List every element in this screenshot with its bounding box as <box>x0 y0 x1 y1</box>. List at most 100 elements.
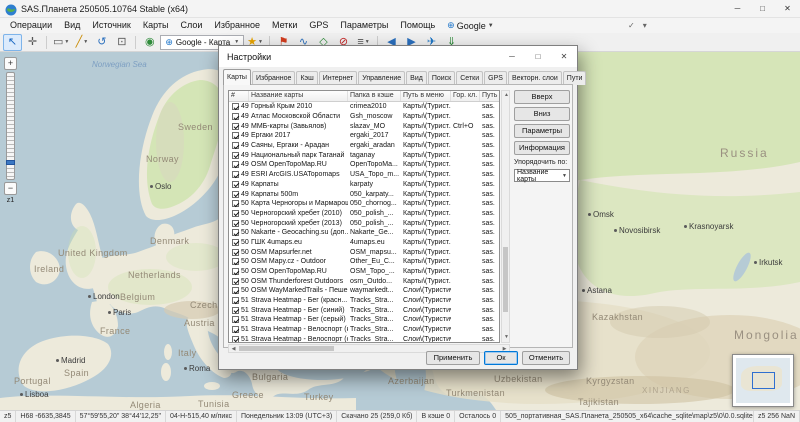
scroll-up-icon[interactable]: ▲ <box>502 91 511 100</box>
map-enabled-checkbox[interactable] <box>232 161 239 168</box>
map-row[interactable]: 505OSM Mapsurfer.netOSM_mapsu...Карты\(Т… <box>229 247 499 257</box>
measure-distance-button[interactable]: ╱▼ <box>72 34 91 51</box>
map-row[interactable]: 506OSM Mapy.cz - OutdoorOther_Eu_C...Кар… <box>229 257 499 267</box>
overflow-chevron-icon[interactable]: ▾ <box>643 21 647 30</box>
column-header-1[interactable]: Название карты <box>249 91 348 101</box>
parameters-button[interactable]: Параметры <box>514 124 570 138</box>
map-row[interactable]: 495Национальный парк ТаганайtaganayКарты… <box>229 150 499 160</box>
menu-item-4[interactable]: Слои <box>174 18 208 33</box>
column-header-4[interactable]: Гор. кл. <box>451 91 480 101</box>
tab-0[interactable]: Карты <box>223 69 251 85</box>
move-up-button[interactable]: Вверх <box>514 90 570 104</box>
pan-move-button[interactable]: ✛ <box>23 34 42 51</box>
menu-item-2[interactable]: Источник <box>86 18 136 33</box>
zoom-slider-handle[interactable] <box>6 160 15 165</box>
menu-item-9[interactable]: Помощь <box>394 18 441 33</box>
order-by-select[interactable]: Название карты ▼ <box>514 169 570 182</box>
map-enabled-checkbox[interactable] <box>232 258 239 265</box>
map-row[interactable]: 490Горный Крым 2010crimea2010Карты\(Тури… <box>229 102 499 112</box>
tab-7[interactable]: Сетки <box>456 71 483 85</box>
menu-item-7[interactable]: GPS <box>303 18 334 33</box>
menu-item-5[interactable]: Избранное <box>208 18 266 33</box>
tab-3[interactable]: Интернет <box>319 71 358 85</box>
move-down-button[interactable]: Вниз <box>514 107 570 121</box>
map-row[interactable]: 510Strava Heatmap - Бег (красн...Tracks_… <box>229 296 499 306</box>
zoom-selection-button[interactable]: ▭▼ <box>51 34 71 51</box>
vertical-scroll-thumb[interactable] <box>503 247 508 312</box>
map-enabled-checkbox[interactable] <box>232 103 239 110</box>
map-enabled-checkbox[interactable] <box>232 220 239 227</box>
map-row[interactable]: 513Strava Heatmap - Велоспорт (кр...Trac… <box>229 325 499 335</box>
column-header-0[interactable]: # <box>229 91 249 101</box>
map-row[interactable]: 491Атлас Московской ОбластиGsh_moscowКар… <box>229 112 499 122</box>
map-row[interactable]: 508OSM Thunderforest Outdoorsosm_Outdo..… <box>229 276 499 286</box>
map-row[interactable]: 497ESRI ArcGIS.USATopomapsUSA_Topo_m...К… <box>229 170 499 180</box>
dialog-close-button[interactable]: ✕ <box>551 46 577 67</box>
cancel-button[interactable]: Отменить <box>522 351 570 365</box>
map-enabled-checkbox[interactable] <box>232 181 239 188</box>
zoom-slider[interactable] <box>6 72 15 180</box>
map-row[interactable]: 493Ергаки 2017ergaki_2017Карты\(Турист..… <box>229 131 499 141</box>
tab-10[interactable]: Пути <box>563 71 587 85</box>
map-enabled-checkbox[interactable] <box>232 123 239 130</box>
map-row[interactable]: 502Черногорский хребет (2013)050_polish_… <box>229 218 499 228</box>
map-row[interactable]: 511Strava Heatmap - Бег (синий)Tracks_St… <box>229 305 499 315</box>
minimize-button[interactable]: ─ <box>725 0 750 18</box>
menu-map-select[interactable]: ⊕ Google ▼ <box>441 18 500 33</box>
map-enabled-checkbox[interactable] <box>232 307 239 314</box>
maximize-button[interactable]: □ <box>750 0 775 18</box>
map-row[interactable]: 503Nakarte - Geocaching.su (доп...Nakart… <box>229 228 499 238</box>
dialog-minimize-button[interactable]: ─ <box>499 46 525 67</box>
map-enabled-checkbox[interactable] <box>232 113 239 120</box>
map-enabled-checkbox[interactable] <box>232 200 239 207</box>
column-header-2[interactable]: Папка в кэше <box>348 91 401 101</box>
column-header-3[interactable]: Путь в меню <box>401 91 451 101</box>
map-enabled-checkbox[interactable] <box>232 249 239 256</box>
map-enabled-checkbox[interactable] <box>232 268 239 275</box>
map-enabled-checkbox[interactable] <box>232 336 239 343</box>
map-row[interactable]: 496OSM OpenTopoMap.RUOpenTopoMa...Карты\… <box>229 160 499 170</box>
map-enabled-checkbox[interactable] <box>232 229 239 236</box>
map-row[interactable]: 509OSM WayMarkedTrails - Пеше...waymarke… <box>229 286 499 296</box>
horizontal-scroll-thumb[interactable] <box>239 346 334 351</box>
map-row[interactable]: 512Strava Heatmap - Бег (серый)Tracks_St… <box>229 315 499 325</box>
map-enabled-checkbox[interactable] <box>232 132 239 139</box>
select-cursor-button[interactable]: ↖ <box>3 34 22 51</box>
map-enabled-checkbox[interactable] <box>232 210 239 217</box>
map-enabled-checkbox[interactable] <box>232 171 239 178</box>
close-button[interactable]: ✕ <box>775 0 800 18</box>
zoom-out-button[interactable]: − <box>4 182 17 195</box>
scroll-left-icon[interactable]: ◀ <box>229 345 238 354</box>
map-row[interactable]: 494Саяны, Ергаки - Араданergaki_aradanКа… <box>229 141 499 151</box>
dialog-maximize-button[interactable]: □ <box>525 46 551 67</box>
map-enabled-checkbox[interactable] <box>232 152 239 159</box>
map-row[interactable]: 500Карта Черногоры и Мармарош...050_chor… <box>229 199 499 209</box>
map-row[interactable]: 507OSM OpenTopoMap.RUOSM_Topo_...Карты\(… <box>229 267 499 277</box>
menu-item-0[interactable]: Операции <box>4 18 58 33</box>
scroll-down-icon[interactable]: ▼ <box>502 333 511 342</box>
map-enabled-checkbox[interactable] <box>232 326 239 333</box>
table-vertical-scrollbar[interactable]: ▲ ▼ <box>501 90 510 343</box>
zoom-in-button[interactable]: + <box>4 57 17 70</box>
map-row[interactable]: 501Черногорский хребет (2010)050_polish_… <box>229 209 499 219</box>
tab-4[interactable]: Управление <box>358 71 405 85</box>
ok-button[interactable]: Ок <box>484 351 518 365</box>
overview-map[interactable] <box>732 354 794 407</box>
menu-item-6[interactable]: Метки <box>266 18 303 33</box>
information-button[interactable]: Информация <box>514 141 570 155</box>
map-enabled-checkbox[interactable] <box>232 142 239 149</box>
apply-button[interactable]: Применить <box>426 351 480 365</box>
tab-8[interactable]: GPS <box>484 71 507 85</box>
tab-1[interactable]: Избранное <box>252 71 295 85</box>
menu-item-1[interactable]: Вид <box>58 18 86 33</box>
map-row[interactable]: 514Strava Heatmap - Велоспорт (си...Trac… <box>229 335 499 344</box>
whole-map-button[interactable]: ⊡ <box>112 34 131 51</box>
map-enabled-checkbox[interactable] <box>232 287 239 294</box>
map-row[interactable]: 498КарпатыkarpatyКарты\(Турист...sas. <box>229 180 499 190</box>
menu-item-3[interactable]: Карты <box>137 18 175 33</box>
map-enabled-checkbox[interactable] <box>232 297 239 304</box>
map-enabled-checkbox[interactable] <box>232 278 239 285</box>
column-header-5[interactable]: Путь <box>480 91 500 101</box>
map-enabled-checkbox[interactable] <box>232 316 239 323</box>
map-row[interactable]: 492ММБ-карты (Завьялов)slazav_MOКарты\(Т… <box>229 121 499 131</box>
